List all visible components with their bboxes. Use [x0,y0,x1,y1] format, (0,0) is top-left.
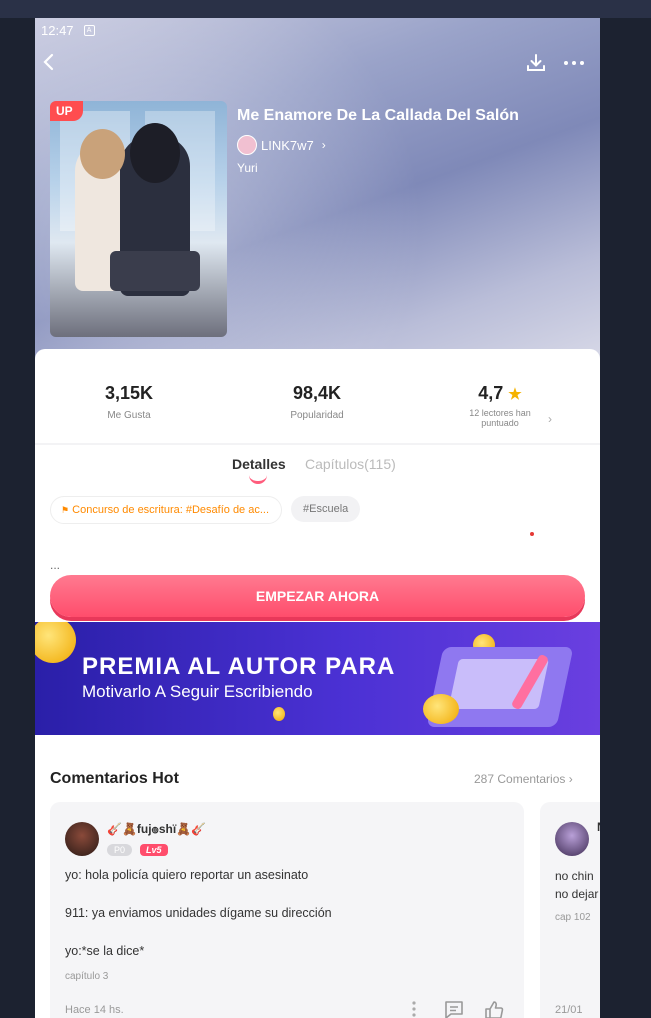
chevron-left-icon [43,53,54,71]
rating-chevron-icon[interactable]: › [548,412,552,426]
author-link[interactable]: LINK7w7 › [237,135,326,155]
comment-line: yo: hola policía quiero reportar un ases… [65,868,309,882]
likes-value: 3,15K [104,383,154,403]
status-indicator-icon: A [83,25,95,36]
comment-more-button[interactable] [408,999,420,1018]
comment-line: no chin [555,869,594,883]
tab-details[interactable]: Detalles [232,456,286,472]
tab-chapters[interactable]: Capítulos(115) [305,456,396,472]
more-dots-icon [564,61,584,65]
book-description[interactable]: ... [50,558,60,572]
comment-time: 21/01 [555,1004,583,1016]
likes-label: Me Gusta [107,410,151,421]
active-tab-indicator [249,473,267,484]
rating-label: 12 lectores han puntuado [469,408,531,428]
download-button[interactable] [525,52,547,79]
comment-chapter: cap 102 [555,912,591,923]
popularity-value: 98,4K [292,383,342,403]
reply-button[interactable] [443,999,465,1018]
chevron-right-icon: › [568,772,573,786]
status-time: 12:47 [41,23,74,38]
banner-subline: Motivarlo A Seguir Escribiendo [82,682,313,701]
top-strip [0,0,651,18]
comment-card[interactable]: 🎸🧸fuj๏ѕhï🧸🎸 P0 Lv5 yo: hola policía quie… [50,802,524,1018]
comments-header: Comentarios Hot [50,770,179,787]
comment-username[interactable]: 🎸🧸fuj๏ѕhï🧸🎸 [107,820,206,839]
hot-comments-section: Comentarios Hot 287 Comentarios › 🎸🧸fuj๏… [35,735,600,1018]
avatar[interactable] [555,822,589,856]
contest-tag[interactable]: ⚑ Concurso de escritura: #Desafío de ac.… [50,496,283,524]
coin-icon [273,707,285,721]
comment-line: yo:*se la dice* [65,944,145,958]
comment-time: Hace 14 hs. [65,1004,124,1016]
flag-icon: ⚑ [61,505,70,515]
book-cover[interactable] [50,101,227,337]
app-screen: 12:47 A UP Me Enamore De La Callada Del … [35,18,600,1018]
more-options-button[interactable] [563,52,585,79]
comments-count-link[interactable]: 287 Comentarios › [474,772,573,786]
rating-value: 4,7 [478,383,504,403]
author-avatar [237,135,257,155]
reply-icon [445,1001,463,1018]
book-title: Me Enamore De La Callada Del Salón [237,107,519,124]
comments-count: 287 Comentarios [474,772,566,786]
reward-author-banner[interactable]: PREMIA AL AUTOR PARA Motivarlo A Seguir … [35,622,600,735]
like-button[interactable] [483,999,505,1018]
notification-dot [530,532,534,536]
stat-popularity: 98,4K Popularidad [277,383,357,421]
user-level-badge: Lv5 [140,844,168,856]
coin-icon [35,622,76,663]
download-icon [527,54,545,71]
thumbs-up-icon [485,1001,504,1018]
comment-line: 911: ya enviamos unidades dígame su dire… [65,906,332,920]
banner-headline: PREMIA AL AUTOR PARA [82,653,396,680]
coin-icon [423,694,459,724]
star-icon: ★ [508,386,522,403]
chevron-right-icon: › [321,138,326,152]
back-button[interactable] [41,52,57,77]
popularity-label: Popularidad [290,410,344,421]
comment-chapter: capítulo 3 [65,971,109,982]
comment-card[interactable]: N no chin no dejar cap 102 21/01 [540,802,600,1018]
vertical-dots-icon [412,1001,416,1017]
p-level-badge: P0 [107,844,133,856]
author-name: LINK7w7 [261,137,314,153]
start-reading-button[interactable]: EMPEZAR AHORA [50,575,585,617]
comment-line: no dejar [555,887,599,901]
stat-rating[interactable]: 4,7 ★ 12 lectores han puntuado [460,383,540,428]
school-tag[interactable]: #Escuela [291,496,361,522]
up-badge: UP [50,101,83,121]
status-bar: 12:47 A [41,23,95,38]
comment-username[interactable]: N [597,820,600,834]
contest-tag-label: Concurso de escritura: #Desafío de ac... [72,504,270,516]
stats-panel: 3,15K Me Gusta 98,4K Popularidad 4,7 ★ 1… [35,349,600,443]
avatar[interactable] [65,822,99,856]
stat-likes: 3,15K Me Gusta [89,383,169,421]
book-genre: Yuri [237,161,258,175]
